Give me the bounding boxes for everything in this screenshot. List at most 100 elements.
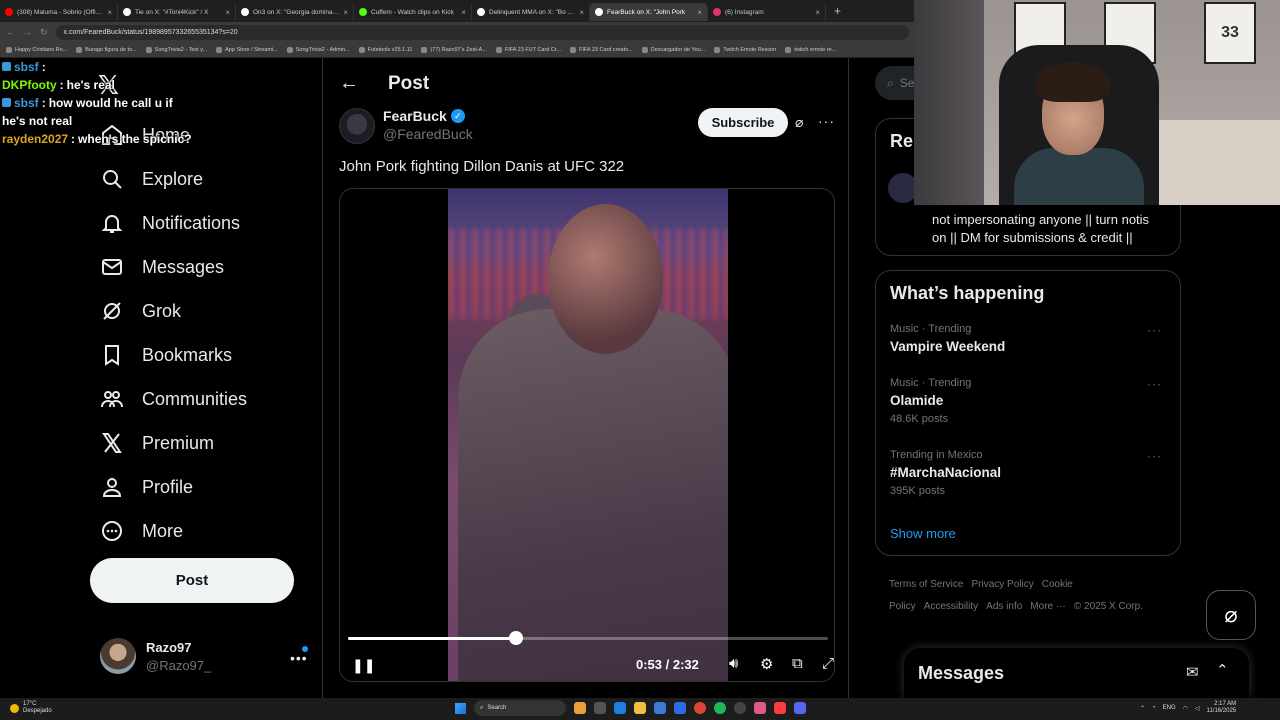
weather-widget[interactable]: 17°C Despejado bbox=[10, 701, 52, 715]
bookmark-item[interactable]: Burago figura de to... bbox=[76, 46, 137, 53]
author-name[interactable]: FearBuck bbox=[383, 108, 447, 124]
bookmark-item[interactable]: (77) Razo97's Zest-A... bbox=[421, 46, 487, 53]
tab-close-icon[interactable]: × bbox=[697, 8, 702, 17]
browser-tab[interactable]: On3 on X: "Georgia dominates × bbox=[236, 3, 354, 21]
sidebar-item-bookmarks[interactable]: Bookmarks bbox=[100, 333, 247, 377]
bookmark-item[interactable]: FIFA 23 Card creato... bbox=[569, 46, 633, 53]
settings-gear-icon[interactable]: ⚙ bbox=[760, 655, 773, 673]
messages-drawer[interactable]: Messages ✉ ⌃ bbox=[904, 648, 1249, 698]
tab-close-icon[interactable]: × bbox=[343, 8, 348, 17]
video-player[interactable]: ❚❚ 0:53 / 2:32 🔊︎ ⚙ ⧉ ⤢ bbox=[339, 188, 835, 682]
clock[interactable]: 2:17 AM 11/16/2025 bbox=[1207, 701, 1237, 715]
footer-link[interactable]: More ··· bbox=[1030, 601, 1066, 612]
music-icon[interactable] bbox=[774, 702, 786, 714]
back-arrow-icon[interactable]: ← bbox=[339, 72, 359, 95]
trend-item[interactable]: Music · Trending Vampire Weekend ··· bbox=[890, 323, 1170, 354]
post-more-icon[interactable]: ··· bbox=[818, 113, 835, 129]
widgets-icon[interactable] bbox=[574, 702, 586, 714]
file-explorer-icon[interactable] bbox=[634, 702, 646, 714]
spotify-icon[interactable] bbox=[714, 702, 726, 714]
browser-tab[interactable]: FearBuck on X: "John Pork × bbox=[590, 3, 708, 21]
browser-tab[interactable]: Cuffem - Watch clips on Kick × bbox=[354, 3, 472, 21]
store-icon[interactable] bbox=[654, 702, 666, 714]
trend-more-icon[interactable]: ··· bbox=[1147, 449, 1162, 463]
browser-tab[interactable]: (6) Instagram × bbox=[708, 3, 826, 21]
back-nav-icon[interactable]: ← bbox=[6, 27, 15, 37]
account-switcher[interactable]: Razo97 @Razo97_ bbox=[100, 638, 211, 674]
progress-scrubber-handle[interactable] bbox=[509, 631, 523, 645]
browser-tab[interactable]: Delinquent MMA on X: "Bo Nic × bbox=[472, 3, 590, 21]
chat-username[interactable]: sbsf bbox=[14, 58, 39, 76]
sidebar-post-button[interactable]: Post bbox=[90, 558, 294, 603]
forward-nav-icon[interactable]: → bbox=[23, 27, 32, 37]
bookmark-item[interactable]: SongTrivia2 - Admin... bbox=[286, 46, 350, 53]
edge-icon[interactable] bbox=[614, 702, 626, 714]
account-more-icon[interactable]: ••• bbox=[290, 650, 308, 666]
tab-close-icon[interactable]: × bbox=[225, 8, 230, 17]
show-more-link[interactable]: Show more bbox=[890, 526, 956, 541]
tab-close-icon[interactable]: × bbox=[815, 8, 820, 17]
trend-more-icon[interactable]: ··· bbox=[1147, 323, 1162, 337]
trend-item[interactable]: Music · Trending Olamide 48.6K posts ··· bbox=[890, 377, 1170, 425]
sidebar-item-communities[interactable]: Communities bbox=[100, 377, 247, 421]
grok-floating-icon[interactable]: ⌀ bbox=[1206, 590, 1256, 640]
chat-username[interactable]: rayden2027 bbox=[2, 130, 68, 148]
sidebar-item-grok[interactable]: Grok bbox=[100, 289, 247, 333]
pause-icon[interactable]: ❚❚ bbox=[352, 657, 375, 674]
footer-link[interactable]: Ads info bbox=[986, 601, 1022, 612]
tab-close-icon[interactable]: × bbox=[107, 8, 112, 17]
sidebar-item-messages[interactable]: Messages bbox=[100, 245, 247, 289]
grok-icon[interactable]: ⌀ bbox=[795, 114, 803, 131]
bookmark-item[interactable]: App Store / Streami... bbox=[216, 46, 278, 53]
wifi-icon[interactable]: ◠ bbox=[1183, 705, 1188, 712]
new-tab-icon[interactable]: + bbox=[834, 4, 841, 18]
footer-link[interactable]: © 2025 X Corp. bbox=[1074, 601, 1143, 612]
video-progress-bar[interactable] bbox=[348, 631, 828, 645]
bookmark-item[interactable]: Happy Cristiano Ro... bbox=[6, 46, 67, 53]
bookmark-item[interactable]: Twitch Emote Resizer bbox=[714, 46, 776, 53]
volume-icon[interactable]: 🔊︎ bbox=[729, 655, 738, 672]
obs-icon[interactable] bbox=[734, 702, 746, 714]
sidebar-item-explore[interactable]: Explore bbox=[100, 157, 247, 201]
bookmark-item[interactable]: FIFA 23 FUT Card Cr... bbox=[495, 46, 561, 53]
url-field[interactable]: x.com/FearedBuck/status/1989895733265535… bbox=[55, 24, 909, 40]
chat-username[interactable]: sbsf bbox=[14, 94, 39, 112]
fullscreen-icon[interactable]: ⤢ bbox=[822, 655, 834, 672]
reload-icon[interactable]: ↻ bbox=[40, 27, 48, 38]
subscribe-button[interactable]: Subscribe bbox=[698, 108, 788, 137]
tray-chevron-icon[interactable]: ⌃ bbox=[1140, 705, 1145, 712]
sidebar-item-profile[interactable]: Profile bbox=[100, 465, 247, 509]
chat-username[interactable]: DKPfooty bbox=[2, 76, 57, 94]
pip-icon[interactable]: ⧉ bbox=[792, 655, 803, 672]
tab-close-icon[interactable]: × bbox=[579, 8, 584, 17]
expand-chevron-icon[interactable]: ⌃ bbox=[1216, 661, 1229, 679]
author-avatar[interactable] bbox=[339, 108, 375, 144]
sidebar-item-more[interactable]: More bbox=[100, 509, 247, 553]
sidebar-item-notifications[interactable]: Notifications bbox=[100, 201, 247, 245]
speaker-icon[interactable]: ◁ bbox=[1195, 705, 1200, 712]
footer-link[interactable]: Accessibility bbox=[924, 601, 978, 612]
trend-item[interactable]: Trending in Mexico #MarchaNacional 395K … bbox=[890, 449, 1170, 497]
new-message-icon[interactable]: ✉ bbox=[1186, 663, 1199, 681]
discord-icon[interactable] bbox=[794, 702, 806, 714]
bookmark-item[interactable]: twitch emote re... bbox=[785, 46, 836, 53]
browser-tab[interactable]: (308) Maluma - Sobrio (Officia × bbox=[0, 3, 118, 21]
taskbar-search[interactable]: ⌕ Search bbox=[474, 700, 566, 716]
network-icon[interactable]: ◔ bbox=[1152, 705, 1156, 711]
footer-link[interactable]: Privacy Policy bbox=[971, 579, 1033, 590]
footer-link[interactable]: Terms of Service bbox=[889, 579, 963, 590]
bookmark-item[interactable]: Futetools v25.1.11 bbox=[358, 46, 412, 53]
chrome-icon[interactable] bbox=[694, 702, 706, 714]
windows-start-icon[interactable] bbox=[455, 702, 466, 714]
sidebar-item-premium[interactable]: Premium bbox=[100, 421, 247, 465]
mail-icon[interactable] bbox=[674, 702, 686, 714]
lang-indicator[interactable]: ENG bbox=[1163, 705, 1176, 711]
tab-close-icon[interactable]: × bbox=[461, 8, 466, 17]
task-view-icon[interactable] bbox=[594, 702, 606, 714]
capcut-icon[interactable] bbox=[754, 702, 766, 714]
bookmark-item[interactable]: Descargador de You... bbox=[641, 46, 705, 53]
browser-tab[interactable]: Tie on X: "#Toni4Kick" / X × bbox=[118, 3, 236, 21]
bookmark-item[interactable]: SongTrivia2 - Test y... bbox=[145, 46, 207, 53]
post-author[interactable]: FearBuck ✓ @FearedBuck bbox=[339, 108, 473, 144]
trend-more-icon[interactable]: ··· bbox=[1147, 377, 1162, 391]
